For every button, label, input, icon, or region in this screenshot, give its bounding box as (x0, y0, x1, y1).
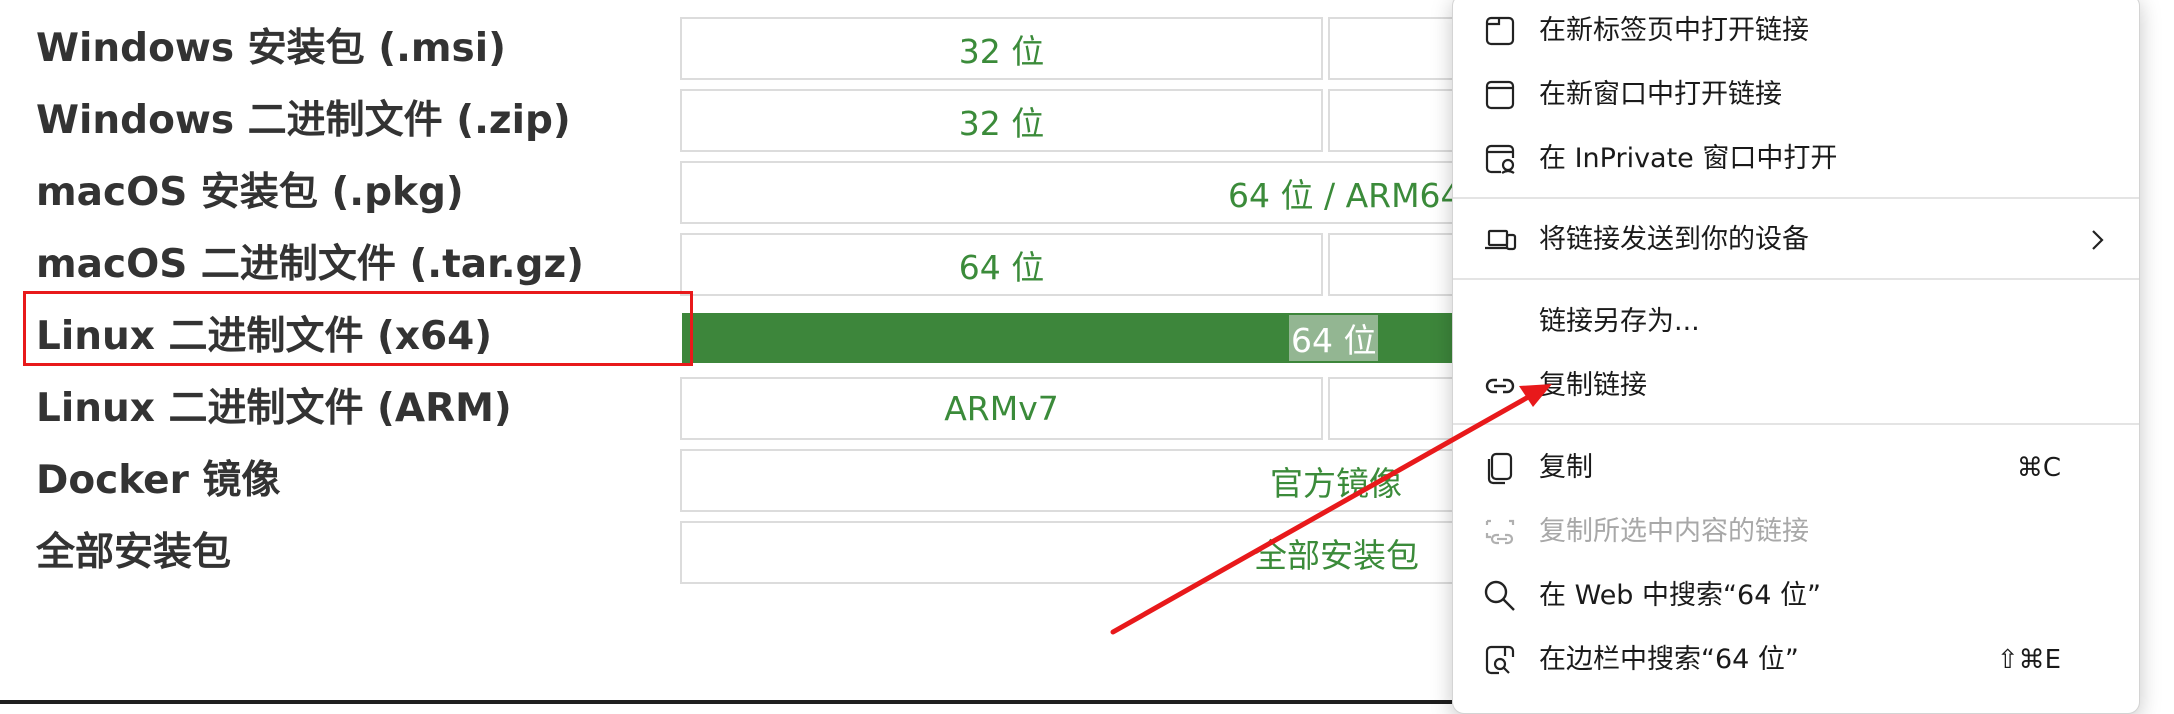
menu-item-open-in-new-tab[interactable]: 在新标签页中打开链接 (1453, 1, 2139, 61)
selected-link-text: 64 位 (1289, 315, 1379, 361)
shortcut-label: ⌘C (2016, 453, 2061, 483)
sidebar-search-icon (1483, 643, 1517, 677)
row-label-macos-pkg: macOS 安装包 (.pkg) (36, 170, 464, 215)
row-label-linux-arm: Linux 二进制文件 (ARM) (36, 386, 512, 431)
download-link-windows-zip-32bit[interactable]: 32 位 (680, 89, 1323, 152)
menu-item-label: 复制所选中内容的链接 (1539, 516, 1809, 547)
row-label-docker: Docker 镜像 (36, 458, 281, 503)
link-icon (1483, 369, 1517, 403)
download-link-all-installers[interactable]: 全部安装包 (680, 521, 1468, 584)
menu-item-label: 复制 (1539, 452, 1593, 483)
row-label-all-installers: 全部安装包 (36, 530, 232, 575)
menu-item-search-web[interactable]: 在 Web 中搜索“64 位” (1453, 566, 2139, 626)
download-link-windows-msi-64bit[interactable] (1328, 17, 1468, 80)
download-link-linux-armv7[interactable]: ARMv7 (680, 377, 1323, 440)
menu-item-label: 在 Web 中搜索“64 位” (1539, 580, 1821, 611)
menu-separator (1453, 423, 2139, 425)
menu-item-send-to-devices[interactable]: 将链接发送到你的设备 (1453, 210, 2139, 270)
new-window-icon (1483, 78, 1517, 112)
inprivate-icon (1483, 142, 1517, 176)
download-link-windows-msi-32bit[interactable]: 32 位 (680, 17, 1323, 80)
download-link-docker-official-image[interactable]: 官方镜像 (680, 449, 1468, 512)
menu-item-open-inprivate[interactable]: 在 InPrivate 窗口中打开 (1453, 129, 2139, 189)
copy-icon (1483, 451, 1517, 485)
download-link-macos-pkg[interactable]: 64 位 / ARM64 (680, 161, 1468, 224)
window-bottom-edge (0, 700, 1452, 704)
context-menu: 在新标签页中打开链接 在新窗口中打开链接 在 InPrivate 窗口中打开 将… (1452, 0, 2140, 714)
menu-item-label: 在边栏中搜索“64 位” (1539, 644, 1799, 675)
menu-item-label: 复制链接 (1539, 370, 1647, 401)
download-link-macos-tar-64bit[interactable]: 64 位 (680, 233, 1323, 296)
download-link-linux-x64[interactable]: 64 位 (682, 313, 1472, 363)
menu-item-search-sidebar[interactable]: 在边栏中搜索“64 位” ⇧⌘E (1453, 630, 2139, 690)
chevron-right-icon (2083, 226, 2111, 254)
copy-link-to-highlight-icon (1483, 515, 1517, 549)
menu-item-copy-link-to-highlight: 复制所选中内容的链接 (1453, 502, 2139, 562)
download-link-macos-tar-arm64[interactable] (1328, 233, 1468, 296)
annotation-highlight-box (23, 291, 693, 366)
menu-item-open-in-new-window[interactable]: 在新窗口中打开链接 (1453, 65, 2139, 125)
menu-item-label: 链接另存为... (1539, 306, 1700, 337)
menu-item-copy[interactable]: 复制 ⌘C (1453, 438, 2139, 498)
menu-separator (1453, 278, 2139, 280)
download-link-windows-zip-64bit[interactable] (1328, 89, 1468, 152)
row-label-windows-msi: Windows 安装包 (.msi) (36, 26, 506, 71)
menu-item-label: 将链接发送到你的设备 (1539, 224, 1809, 255)
download-link-linux-arm64[interactable] (1328, 377, 1468, 440)
menu-item-label: 在新标签页中打开链接 (1539, 15, 1809, 46)
menu-item-copy-link[interactable]: 复制链接 (1453, 356, 2139, 416)
menu-item-save-link-as[interactable]: 链接另存为... (1453, 292, 2139, 352)
menu-separator (1453, 197, 2139, 199)
shortcut-label: ⇧⌘E (1996, 645, 2061, 675)
menu-item-label: 在 InPrivate 窗口中打开 (1539, 143, 1838, 174)
row-label-windows-zip: Windows 二进制文件 (.zip) (36, 98, 571, 143)
row-label-macos-tar: macOS 二进制文件 (.tar.gz) (36, 242, 584, 287)
send-to-devices-icon (1483, 223, 1517, 257)
new-tab-icon (1483, 14, 1517, 48)
search-icon (1483, 579, 1517, 613)
menu-item-label: 在新窗口中打开链接 (1539, 79, 1782, 110)
